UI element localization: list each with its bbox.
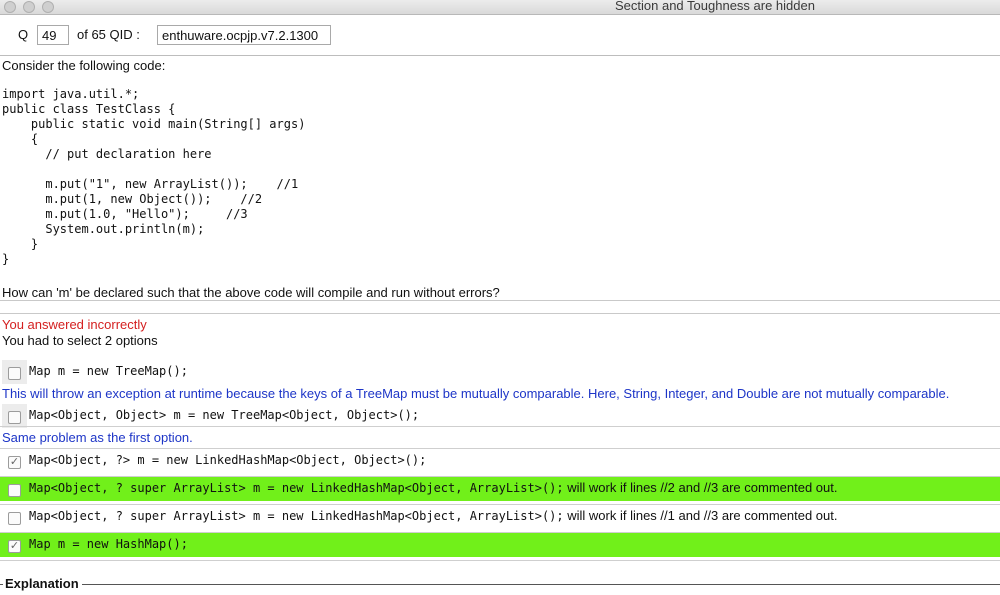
option-comment: This will throw an exception at runtime … <box>2 386 950 401</box>
option-checkbox[interactable] <box>8 367 21 380</box>
option-checkbox[interactable] <box>8 484 21 497</box>
result-status: You answered incorrectly <box>2 317 147 332</box>
question-label: Q <box>18 27 29 42</box>
option-text: Map<Object, ? super ArrayList> m = new L… <box>29 480 837 495</box>
option-checkbox[interactable] <box>8 512 21 525</box>
option-checkbox[interactable]: ✓ <box>8 456 21 469</box>
option-divider <box>0 448 1000 449</box>
divider <box>0 300 1000 301</box>
option-text: Map m = new HashMap(); <box>29 536 188 551</box>
code-line: // put declaration here <box>2 147 212 161</box>
option-divider <box>0 504 1000 505</box>
question-number-field[interactable]: 49 <box>37 25 69 45</box>
code-line: import java.util.*; <box>2 87 140 101</box>
question-count-label: of 65 QID : <box>77 27 140 42</box>
option-code: Map<Object, ? super ArrayList> m = new L… <box>29 509 564 523</box>
question-prompt: Consider the following code: <box>2 58 166 73</box>
window-titlebar: Section and Toughness are hidden <box>0 0 1000 15</box>
option-divider <box>0 560 1000 561</box>
answer-option[interactable]: Map<Object, Object> m = new TreeMap<Obje… <box>0 404 1000 428</box>
option-code: Map<Object, Object> m = new TreeMap<Obje… <box>29 408 420 422</box>
answer-option[interactable]: ✓ Map m = new HashMap(); <box>0 533 1000 557</box>
option-divider <box>0 532 1000 533</box>
code-line: public class TestClass { <box>2 102 176 116</box>
question-text: How can 'm' be declared such that the ab… <box>2 285 500 300</box>
option-code: Map m = new TreeMap(); <box>29 364 188 378</box>
code-line: } <box>2 237 39 251</box>
answer-option[interactable]: Map<Object, ? super ArrayList> m = new L… <box>0 505 1000 529</box>
option-text: Map<Object, ?> m = new LinkedHashMap<Obj… <box>29 452 426 467</box>
option-checkbox[interactable] <box>8 411 21 424</box>
code-line: m.put(1.0, "Hello"); //3 <box>2 207 248 221</box>
code-line: public static void main(String[] args) <box>2 117 306 131</box>
explanation-heading: Explanation <box>3 576 82 591</box>
code-line: System.out.println(m); <box>2 222 205 236</box>
option-note: will work if lines //1 and //3 are comme… <box>563 508 838 523</box>
option-code: Map<Object, ?> m = new LinkedHashMap<Obj… <box>29 453 427 467</box>
window-title: Section and Toughness are hidden <box>615 0 815 13</box>
answer-option[interactable]: Map<Object, ? super ArrayList> m = new L… <box>0 477 1000 501</box>
answer-option[interactable]: ✓ Map<Object, ?> m = new LinkedHashMap<Ob… <box>0 449 1000 473</box>
selection-instruction: You had to select 2 options <box>2 333 158 348</box>
divider <box>0 313 1000 314</box>
option-note: will work if lines //2 and //3 are comme… <box>563 480 838 495</box>
option-code: Map m = new HashMap(); <box>29 537 188 551</box>
option-divider <box>0 426 1000 427</box>
code-line: m.put("1", new ArrayList()); //1 <box>2 177 299 191</box>
answer-option[interactable]: Map m = new TreeMap(); <box>0 360 1000 384</box>
code-block: import java.util.*; public class TestClas… <box>2 87 305 267</box>
option-text: Map m = new TreeMap(); <box>29 363 188 378</box>
option-checkbox[interactable]: ✓ <box>8 540 21 553</box>
option-text: Map<Object, Object> m = new TreeMap<Obje… <box>29 407 419 422</box>
option-divider <box>0 476 1000 477</box>
option-text: Map<Object, ? super ArrayList> m = new L… <box>29 508 837 523</box>
question-navigation-bar: Q 49 of 65 QID : enthuware.ocpjp.v7.2.13… <box>0 15 1000 56</box>
option-code: Map<Object, ? super ArrayList> m = new L… <box>29 481 564 495</box>
code-line: } <box>2 252 10 266</box>
code-line: m.put(1, new Object()); //2 <box>2 192 263 206</box>
code-line: { <box>2 132 39 146</box>
qid-field[interactable]: enthuware.ocpjp.v7.2.1300 <box>157 25 331 45</box>
option-comment: Same problem as the first option. <box>2 430 193 445</box>
explanation-divider <box>0 584 1000 585</box>
